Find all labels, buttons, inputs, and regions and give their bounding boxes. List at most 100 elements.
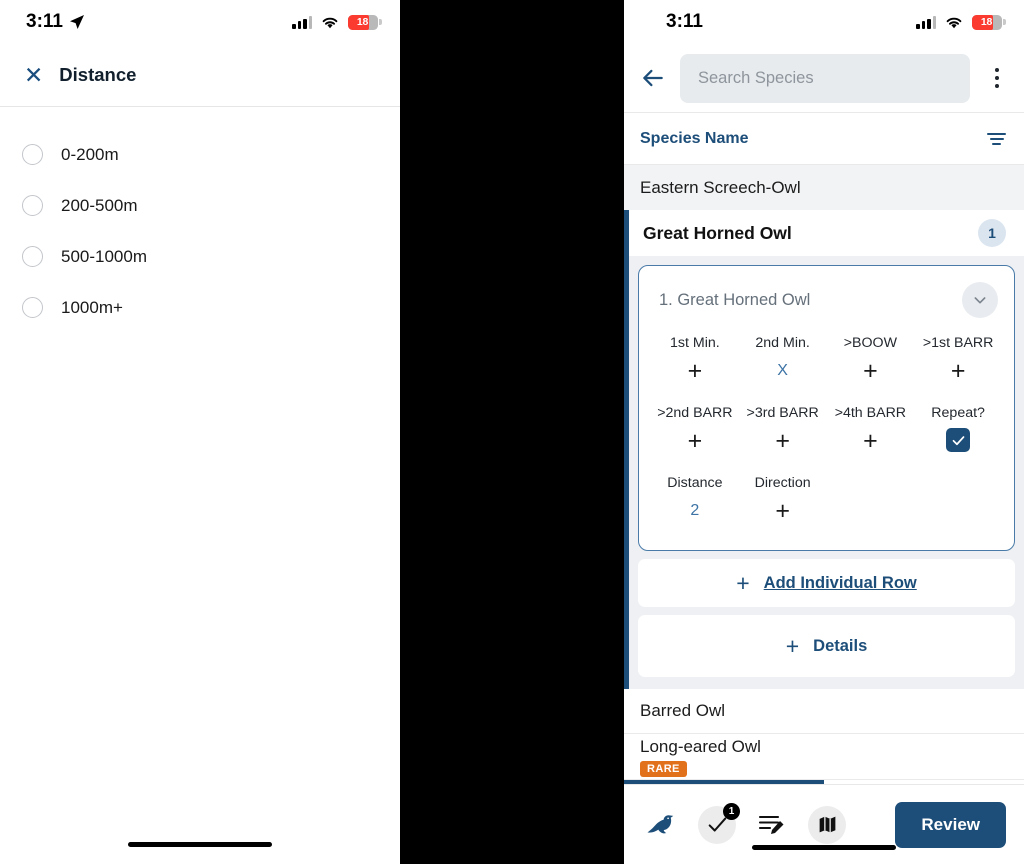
field-distance: Distance 2: [651, 468, 739, 536]
kebab-menu-icon[interactable]: [984, 68, 1010, 88]
status-badge: 1: [978, 219, 1006, 247]
dual-phone-screenshot: 3:11 18 ✕ Distance 0-200m 200-500m 500-1…: [0, 0, 1024, 864]
field-repeat: Repeat?: [914, 398, 1002, 466]
field-value[interactable]: +: [827, 356, 915, 386]
home-indicator: [128, 842, 272, 847]
field-label: Repeat?: [931, 405, 985, 421]
status-time: 3:11: [666, 11, 703, 32]
notes-edit-icon: [758, 815, 784, 834]
field-1st-barr: >1st BARR +: [914, 328, 1002, 396]
field-label: Distance: [667, 475, 723, 491]
plus-icon: +: [736, 569, 750, 596]
field-1st-min: 1st Min. +: [651, 328, 739, 396]
wifi-icon: [946, 17, 962, 28]
repeat-checkbox[interactable]: [946, 428, 971, 452]
chevron-down-icon[interactable]: [962, 282, 998, 318]
species-name-column-header[interactable]: Species Name: [640, 130, 749, 148]
field-grid: 1st Min. + 2nd Min. X >BOOW + >1st BARR …: [651, 328, 1002, 536]
panel-gap: [400, 0, 624, 864]
rare-badge: RARE: [640, 760, 687, 777]
details-label: Details: [813, 636, 868, 655]
radio-option-label: 500-1000m: [61, 246, 148, 266]
map-tab[interactable]: [808, 805, 846, 844]
right-status-bar: 3:11 18: [624, 0, 1024, 44]
back-arrow-icon[interactable]: [640, 65, 666, 91]
checklist-badge: 1: [723, 802, 740, 820]
field-label: >1st BARR: [922, 335, 994, 351]
battery-level-text: 18: [356, 16, 369, 28]
distance-options-list: 0-200m 200-500m 500-1000m 1000m+: [0, 107, 400, 864]
left-status-bar: 3:11 18: [0, 0, 400, 44]
field-4th-barr: >4th BARR +: [827, 398, 915, 466]
radio-option-label: 1000m+: [61, 297, 123, 317]
radio-option-2[interactable]: 500-1000m: [0, 231, 400, 282]
list-header: Species Name: [624, 112, 1024, 165]
list-item[interactable]: Eastern Screech-Owl: [624, 165, 1024, 210]
field-label: 2nd Min.: [755, 335, 810, 351]
radio-option-0[interactable]: 0-200m: [0, 129, 400, 180]
field-value[interactable]: +: [651, 426, 739, 456]
battery-level-text: 18: [980, 16, 993, 28]
battery-icon: 18: [972, 14, 1006, 30]
species-label: Great Horned Owl: [643, 222, 792, 243]
radio-option-1[interactable]: 200-500m: [0, 180, 400, 231]
field-label: >BOOW: [843, 335, 897, 351]
field-3rd-barr: >3rd BARR +: [739, 398, 827, 466]
selected-species-block: Great Horned Owl 1 1. Great Horned Owl 1…: [624, 210, 1024, 689]
species-tab[interactable]: [646, 812, 676, 838]
bottom-navigation-bar: 1 Review: [624, 784, 1024, 864]
notes-tab[interactable]: [758, 812, 786, 838]
left-status-icons: 18: [292, 14, 382, 30]
search-input[interactable]: [680, 53, 970, 103]
field-value[interactable]: +: [914, 356, 1002, 386]
field-value[interactable]: +: [651, 356, 739, 386]
radio-option-label: 0-200m: [61, 144, 119, 164]
status-time: 3:11: [26, 11, 63, 32]
field-label: 1st Min.: [670, 335, 720, 351]
right-phone-panel: 3:11 18 Species Name: [624, 0, 1024, 864]
wifi-icon: [322, 17, 338, 28]
radio-option-3[interactable]: 1000m+: [0, 282, 400, 333]
list-item[interactable]: Long-eared Owl RARE: [624, 734, 1024, 780]
species-label: Eastern Screech-Owl: [640, 177, 801, 197]
cellular-signal-icon: [292, 15, 312, 29]
field-value[interactable]: +: [827, 426, 915, 456]
page-title: Distance: [59, 64, 137, 85]
review-button[interactable]: Review: [895, 801, 1006, 848]
radio-circle-icon: [22, 144, 43, 165]
map-icon: [819, 816, 835, 833]
field-2nd-min: 2nd Min. X: [739, 328, 827, 396]
battery-icon: 18: [348, 14, 382, 30]
field-value[interactable]: 2: [651, 496, 739, 526]
details-button[interactable]: + Details: [638, 615, 1015, 677]
species-list: Eastern Screech-Owl Great Horned Owl 1 1…: [624, 165, 1024, 784]
location-arrow-icon: [69, 15, 84, 29]
selected-species-header[interactable]: Great Horned Owl 1: [629, 210, 1024, 256]
species-label: Barred Owl: [640, 701, 726, 720]
field-label: Direction: [754, 475, 811, 491]
close-x-icon[interactable]: ✕: [24, 63, 43, 87]
add-individual-row-button[interactable]: + Add Individual Row: [638, 559, 1015, 607]
radio-circle-icon: [22, 297, 43, 318]
checklist-tab[interactable]: 1: [698, 802, 740, 844]
cellular-signal-icon: [916, 15, 936, 29]
map-tab-circle: [808, 805, 846, 844]
field-value[interactable]: +: [739, 426, 827, 456]
search-toolbar: [624, 44, 1024, 112]
list-item[interactable]: Barred Owl: [624, 689, 1024, 734]
individual-row-card: 1. Great Horned Owl 1st Min. + 2nd Min. …: [638, 265, 1015, 551]
status-time-group: 3:11: [26, 11, 85, 33]
field-label: >2nd BARR: [657, 405, 733, 421]
left-phone-panel: 3:11 18 ✕ Distance 0-200m 200-500m 500-1…: [0, 0, 400, 864]
individual-row-header: 1. Great Horned Owl: [651, 278, 1002, 328]
radio-circle-icon: [22, 195, 43, 216]
radio-option-label: 200-500m: [61, 195, 138, 215]
field-value[interactable]: +: [739, 496, 827, 526]
individual-row-title: 1. Great Horned Owl: [659, 290, 811, 309]
field-value[interactable]: X: [739, 356, 827, 386]
field-label: >4th BARR: [834, 405, 907, 421]
bird-icon: [647, 814, 674, 833]
field-boow: >BOOW +: [827, 328, 915, 396]
filter-icon[interactable]: [987, 132, 1006, 145]
checkmark-icon: [952, 435, 964, 445]
